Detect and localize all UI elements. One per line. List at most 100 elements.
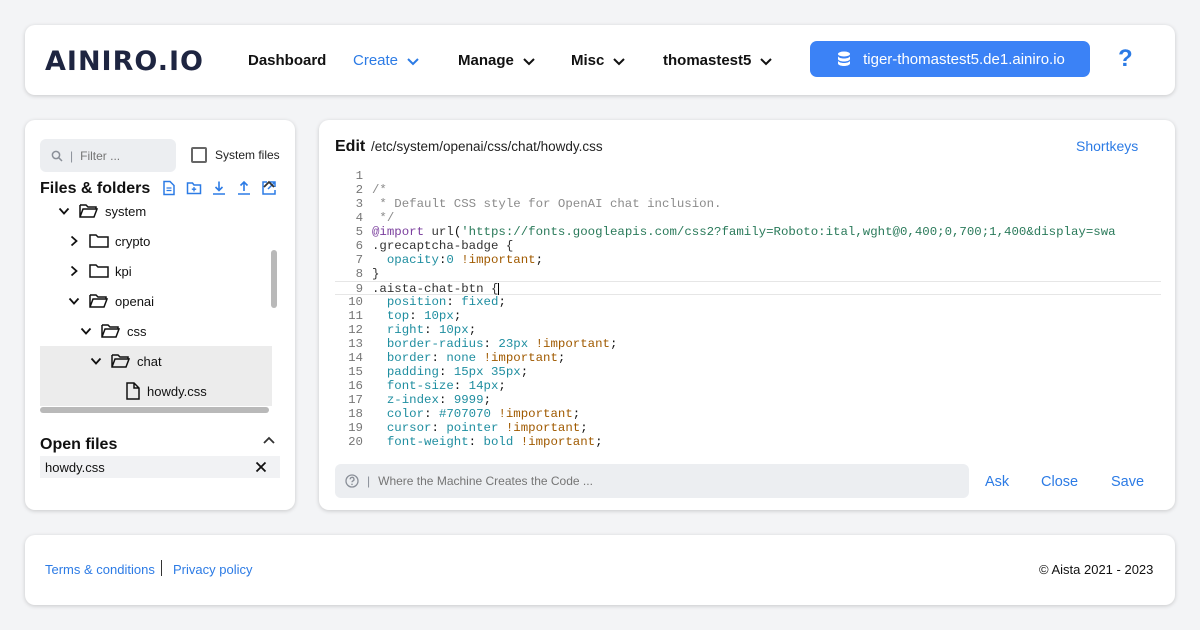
code-line[interactable]: 13 border-radius: 23px !important; [335,337,1161,351]
file-tree: system crypto kpi openai css chat howdy.… [40,197,280,409]
line-number: 5 [355,225,363,239]
system-files-toggle[interactable]: System files [191,147,280,163]
folder-open-icon [79,204,99,218]
nav-misc[interactable]: Misc [571,52,626,69]
line-text: z-index: 9999; [386,393,491,407]
nav-misc-label: Misc [571,52,605,69]
footer-divider [161,560,162,576]
line-text: border: none !important; [386,351,566,365]
code-line[interactable]: 7 opacity:0 !important; [335,253,1161,267]
nav-dashboard-label: Dashboard [248,52,327,69]
tree-item-css[interactable]: css [40,316,272,346]
workspace-button[interactable]: tiger-thomastest5.de1.ainiro.io [810,41,1090,77]
code-line[interactable]: 15 padding: 15px 35px; [335,365,1161,379]
line-text: color: #707070 !important; [386,407,581,421]
line-text: font-size: 14px; [386,379,506,393]
workspace-label: tiger-thomastest5.de1.ainiro.io [863,50,1065,68]
nav-user[interactable]: thomastest5 [663,52,773,69]
line-text: */ [372,211,395,225]
file-path: /etc/system/openai/css/chat/howdy.css [371,139,603,154]
folder-icon [89,264,109,278]
line-number: 17 [348,393,363,407]
line-text: @import url('https://fonts.googleapis.co… [372,225,1116,239]
code-line[interactable]: 12 right: 10px; [335,323,1161,337]
ask-button[interactable]: Ask [985,474,1009,490]
line-number: 14 [348,351,363,365]
tree-item-howdy-css[interactable]: howdy.css [40,376,272,406]
code-line[interactable]: 18 color: #707070 !important; [335,407,1161,421]
line-text: padding: 15px 35px; [386,365,529,379]
download-icon[interactable] [211,180,227,196]
database-icon [838,51,851,66]
system-files-checkbox[interactable] [191,147,207,163]
code-line[interactable]: 3 * Default CSS style for OpenAI chat in… [335,197,1161,211]
file-icon [126,382,140,400]
privacy-link[interactable]: Privacy policy [173,562,252,577]
line-number: 10 [348,295,363,309]
chevron-up-icon[interactable] [262,434,276,448]
code-line[interactable]: 8} [335,267,1161,281]
chevron-up-icon[interactable] [262,178,276,192]
line-number: 15 [348,365,363,379]
line-text: cursor: pointer !important; [386,421,588,435]
line-number: 13 [348,337,363,351]
open-file-item[interactable]: howdy.css [40,456,280,478]
tree-item-label: css [127,323,147,339]
nav-dashboard[interactable]: Dashboard [248,52,326,69]
ask-box: | [335,464,969,498]
code-line[interactable]: 10 position: fixed; [335,295,1161,309]
new-folder-icon[interactable] [186,180,202,196]
code-line[interactable]: 11 top: 10px; [335,309,1161,323]
tree-item-system[interactable]: system [40,197,272,226]
nav-manage-label: Manage [458,52,514,69]
filter-input[interactable] [80,148,161,163]
tree-vertical-scrollbar[interactable] [271,250,277,308]
close-button[interactable]: Close [1041,474,1078,490]
code-line[interactable]: 4 */ [335,211,1161,225]
upload-icon[interactable] [236,180,252,196]
line-number: 9 [355,282,363,296]
tree-item-openai[interactable]: openai [40,286,272,316]
line-text: .aista-chat-btn { [372,282,500,296]
tree-item-kpi[interactable]: kpi [40,256,272,286]
code-line[interactable]: 16 font-size: 14px; [335,379,1161,393]
tree-item-label: kpi [115,263,132,279]
chevron-down-icon [90,357,102,365]
help-button[interactable]: ? [1118,45,1133,73]
code-line[interactable]: 14 border: none !important; [335,351,1161,365]
ask-input[interactable] [378,474,939,488]
shortkeys-button[interactable]: Shortkeys [1076,138,1138,154]
code-line[interactable]: 9 .aista-chat-btn { [335,281,1161,296]
line-text: border-radius: 23px !important; [386,337,618,351]
close-icon[interactable] [255,461,267,473]
folder-open-icon [111,354,131,368]
tree-item-crypto[interactable]: crypto [40,226,272,256]
nav-create-label: Create [353,52,399,69]
search-icon [51,150,63,162]
code-line[interactable]: 17 z-index: 9999; [335,393,1161,407]
code-line[interactable]: 1 [335,169,1161,183]
chevron-down-icon [613,57,626,65]
code-line[interactable]: 20 font-weight: bold !important; [335,435,1161,449]
terms-link[interactable]: Terms & conditions [45,562,155,577]
nav-create[interactable]: Create [353,52,420,69]
code-line[interactable]: 19 cursor: pointer !important; [335,421,1161,435]
open-file-label: howdy.css [45,459,105,475]
tree-item-label: howdy.css [147,383,207,399]
footer: Terms & conditions Privacy policy © Aist… [25,535,1175,605]
save-button[interactable]: Save [1111,474,1144,490]
tree-horizontal-scrollbar[interactable] [40,407,269,413]
logo[interactable]: AINIRO.IO [45,46,204,77]
new-file-icon[interactable] [161,180,177,196]
tree-item-chat[interactable]: chat [40,346,272,376]
code-editor[interactable]: 1 2/* 3 * Default CSS style for OpenAI cha… [335,169,1161,453]
tree-item-label: crypto [115,233,151,249]
tree-item-label: chat [137,353,162,369]
code-line[interactable]: 5 @import url('https://fonts.googleapis.c… [335,225,1161,239]
code-line[interactable]: 6 .grecaptcha-badge { [335,239,1161,253]
editor-title: Edit [335,138,366,155]
system-files-label: System files [215,148,280,162]
code-line[interactable]: 2 /* [335,183,1161,197]
folder-icon [89,234,109,248]
nav-manage[interactable]: Manage [458,52,536,69]
